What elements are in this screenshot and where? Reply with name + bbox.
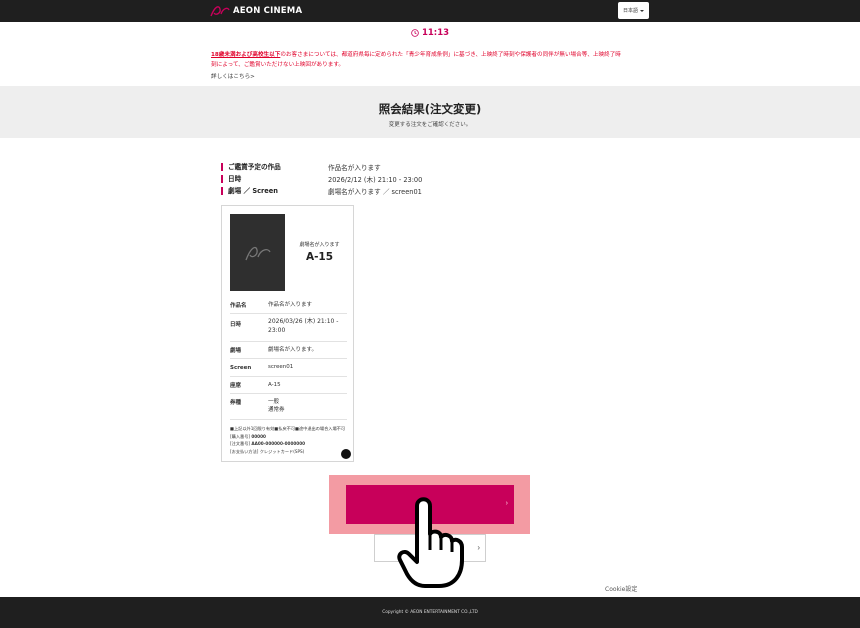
page-title: 照会結果(注文変更) — [378, 102, 482, 116]
seat-summary: 劇場名が入ります A-15 — [292, 241, 347, 263]
info-value: 劇場名が入ります ／ screen01 — [328, 188, 422, 196]
language-selector[interactable]: 日本語 — [618, 2, 649, 19]
cookie-settings-link[interactable]: Cookie設定 — [605, 584, 637, 593]
ticket-footnotes: ■上記以外1回限り有効■払戻不可■途中退出の場合入場不可 [購入番号] 0000… — [230, 425, 347, 455]
ticket-key: 日時 — [230, 322, 242, 328]
ticket-value: 劇場名が入ります。 — [268, 346, 317, 353]
seat-theater-name: 劇場名が入ります — [299, 242, 340, 248]
timer-value: 11:13 — [421, 28, 450, 38]
order-number: [注文番号] AA00-000000-0000000 — [230, 440, 347, 448]
purchase-number: [購入番号] 00000 — [230, 433, 347, 441]
language-label: 日本語 — [622, 8, 638, 14]
info-row-theater: 劇場 ／ Screen 劇場名が入ります ／ screen01 — [221, 185, 422, 197]
page: AEON CINEMA 日本語 11:13 18歳未満および高校生以下のお客さま… — [0, 0, 860, 628]
ticket-value: 2026/03/26 (木) 21:10 - 23:00 — [268, 318, 339, 334]
logo-text: AEON CINEMA — [233, 6, 303, 16]
notice-text: のお客さまについては、都道府県毎に定められた「青少年育成条例」に基づき、上映終了… — [280, 52, 621, 58]
info-key: 劇場 ／ Screen — [221, 187, 328, 195]
payment-method: [お支払い方法] クレジットカード(SPS) — [230, 448, 305, 454]
ticket-row-screen: Screen screen01 — [230, 359, 347, 377]
ticket-key: 作品名 — [230, 303, 247, 309]
movie-poster — [230, 214, 285, 291]
ticket-card: 劇場名が入ります A-15 作品名 作品名が入ります 日時 2026/03/26… — [221, 205, 354, 462]
purchase-number-label: [購入番号] — [230, 433, 252, 439]
ticket-row-datetime: 日時 2026/03/26 (木) 21:10 - 23:00 — [230, 314, 347, 342]
session-timer: 11:13 — [0, 28, 860, 38]
ticket-value: 作品名が入ります — [268, 301, 313, 308]
notice-highlight: 18歳未満および高校生以下 — [211, 52, 281, 58]
order-number-label: [注文番号] — [230, 441, 252, 446]
page-subtitle: 変更する注文をご確認ください。 — [388, 122, 472, 128]
order-number-value: AA00-000000-0000000 — [251, 441, 306, 446]
clock-icon — [411, 29, 419, 37]
hand-cursor-icon — [397, 497, 464, 588]
info-row-movie: ご鑑賞予定の作品 作品名が入ります — [221, 161, 422, 173]
poster-logo-icon — [244, 246, 271, 260]
qr-badge-icon[interactable] — [341, 449, 351, 459]
ticket-key: 券種 — [230, 400, 242, 406]
info-value: 2026/2/12 (木) 21:10 - 23:00 — [328, 176, 423, 184]
site-footer: Copyright © AEON ENTERTAINMENT CO.,LTD — [0, 597, 860, 628]
ticket-key: Screen — [230, 364, 252, 371]
info-value: 作品名が入ります — [328, 164, 381, 172]
title-band: 照会結果(注文変更) 変更する注文をご確認ください。 — [0, 86, 860, 138]
aeon-cinema-logo[interactable]: AEON CINEMA — [210, 4, 302, 18]
ticket-value: screen01 — [268, 364, 294, 370]
seat-number: A-15 — [305, 251, 334, 263]
ticket-terms: ■上記以外1回限り有効■払戻不可■途中退出の場合入場不可 — [230, 426, 346, 431]
chevron-right-icon: › — [477, 543, 480, 552]
notice-text-2: 刻によって、ご鑑賞いただけない上映回があります。 — [211, 61, 344, 68]
ticket-key: 座席 — [230, 383, 242, 389]
chevron-right-icon: › — [505, 500, 508, 507]
caret-down-icon — [640, 9, 644, 12]
age-restriction-notice: 18歳未満および高校生以下のお客さまについては、都道府県毎に定められた「青少年育… — [211, 51, 651, 70]
ticket-row-movie: 作品名 作品名が入ります — [230, 297, 347, 314]
copyright-text: Copyright © AEON ENTERTAINMENT CO.,LTD — [382, 610, 478, 615]
info-key: 日時 — [221, 175, 328, 183]
ticket-row-seat: 座席 A-15 — [230, 377, 347, 394]
order-info: ご鑑賞予定の作品 作品名が入ります 日時 2026/2/12 (木) 21:10… — [221, 161, 422, 197]
ticket-value: 一般 通常券 — [268, 399, 285, 413]
info-row-datetime: 日時 2026/2/12 (木) 21:10 - 23:00 — [221, 173, 422, 185]
ticket-value: A-15 — [268, 381, 281, 388]
ticket-key: 劇場 — [230, 348, 242, 354]
ticket-row-theater: 劇場 劇場名が入ります。 — [230, 342, 347, 359]
purchase-number-value: 00000 — [251, 433, 266, 439]
site-header: AEON CINEMA 日本語 — [0, 0, 860, 22]
notice-details-link[interactable]: 詳しくはこちら> — [211, 72, 255, 80]
info-key: ご鑑賞予定の作品 — [221, 163, 328, 171]
logo-mark-icon — [210, 6, 230, 17]
ticket-row-ticket-type: 券種 一般 通常券 — [230, 394, 347, 420]
